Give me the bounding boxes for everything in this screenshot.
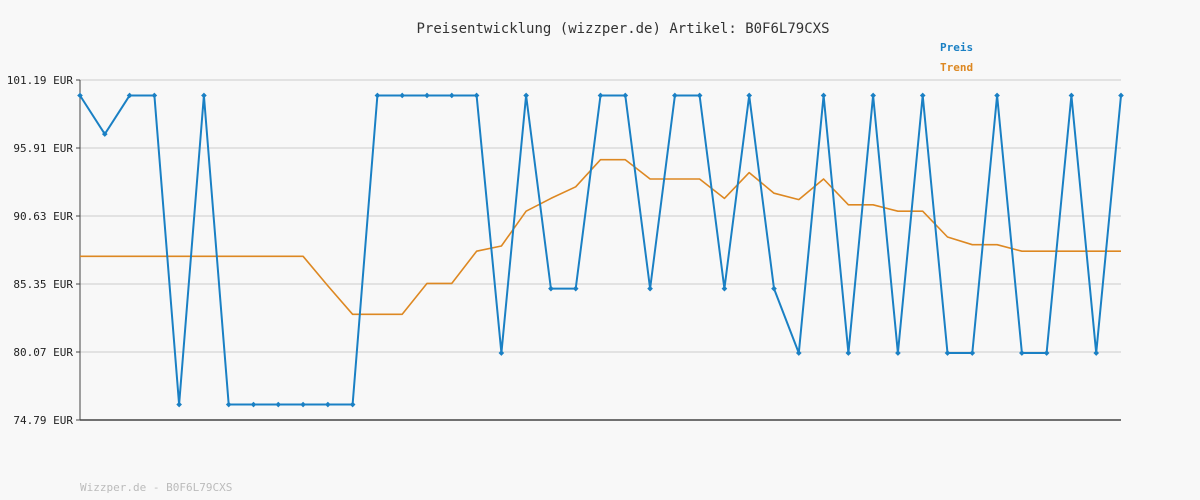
y-tick-label: 90.63 EUR [13,210,73,223]
legend-trend: Trend [940,61,973,74]
legend-preis: Preis [940,41,973,54]
y-tick-label: 95.91 EUR [13,142,73,155]
y-tick-label: 101.19 EUR [7,74,74,87]
footer-text: Wizzper.de - B0F6L79CXS [80,481,232,494]
y-tick-label: 80.07 EUR [13,346,73,359]
price-chart: Preisentwicklung (wizzper.de) Artikel: B… [0,0,1200,500]
y-tick-label: 85.35 EUR [13,278,73,291]
chart-title: Preisentwicklung (wizzper.de) Artikel: B… [416,21,829,37]
y-tick-label: 74.79 EUR [13,414,73,427]
